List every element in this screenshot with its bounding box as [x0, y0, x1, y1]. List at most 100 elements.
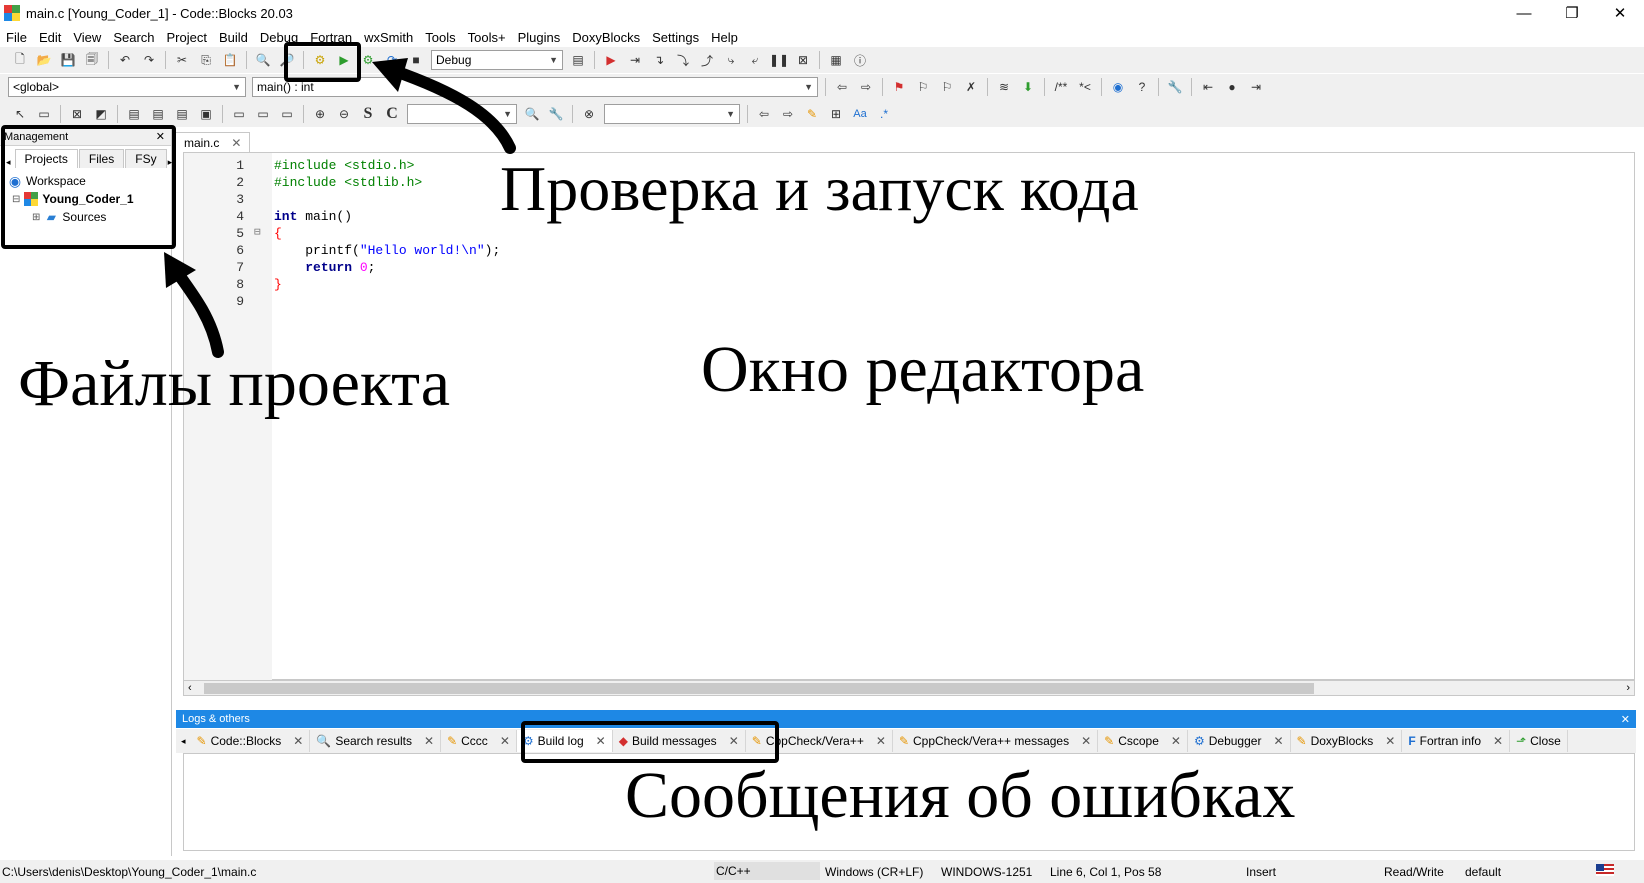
menu-build[interactable]: Build	[213, 30, 254, 45]
clear-search-icon[interactable]: ⊗	[579, 104, 599, 124]
sizer-icon[interactable]: ⊠	[67, 104, 87, 124]
menu-wxsmith[interactable]: wxSmith	[358, 30, 419, 45]
bookmark-clear-icon[interactable]: ✗	[961, 77, 981, 97]
menu-view[interactable]: View	[67, 30, 107, 45]
search-prev-icon[interactable]: ⇦	[754, 104, 774, 124]
sizer-alt-icon[interactable]: ◩	[91, 104, 111, 124]
build-target-select[interactable]: Debug ▼	[431, 50, 563, 70]
close-icon[interactable]: ✕	[500, 734, 510, 748]
menu-settings[interactable]: Settings	[646, 30, 705, 45]
paste-icon[interactable]: 📋	[220, 50, 240, 70]
step-into-icon[interactable]: ⤵	[673, 50, 693, 70]
doxy-wizard-icon[interactable]: ≋	[994, 77, 1014, 97]
search-code-icon[interactable]: 🔍	[522, 104, 542, 124]
highlight-icon[interactable]: ✎	[802, 104, 822, 124]
align-right-icon[interactable]: ▤	[172, 104, 192, 124]
jump-forward-icon[interactable]: ⇨	[856, 77, 876, 97]
search-next-icon[interactable]: ⇨	[778, 104, 798, 124]
tab-fortran-info[interactable]: F Fortran info ✕	[1402, 730, 1511, 752]
search-combo[interactable]: ▼	[407, 103, 517, 124]
close-icon[interactable]: ✕	[876, 734, 886, 748]
tab-closed-files[interactable]: ⬏ Close	[1510, 730, 1568, 752]
debug-windows-icon[interactable]: ▦	[826, 50, 846, 70]
c-icon[interactable]: C	[382, 104, 402, 124]
scope-select[interactable]: <global> ▼	[8, 77, 246, 97]
doxy-html-icon[interactable]: ◉	[1108, 77, 1128, 97]
doxy-chm-icon[interactable]: ?	[1132, 77, 1152, 97]
s-icon[interactable]: S	[358, 104, 378, 124]
source-code[interactable]: #include <stdio.h> #include <stdlib.h> i…	[274, 157, 500, 293]
cut-icon[interactable]: ✂	[172, 50, 192, 70]
close-icon[interactable]: ✕	[1273, 734, 1283, 748]
tab-cccc[interactable]: ✎ Cccc ✕	[441, 730, 517, 752]
abort-icon[interactable]: ■	[406, 50, 426, 70]
block-comment-icon[interactable]: /**	[1051, 77, 1071, 97]
fortran-jump-forward-icon[interactable]: ⇥	[1246, 77, 1266, 97]
fold-marker-icon[interactable]: ⊟	[254, 225, 261, 239]
next-instruction-icon[interactable]: ⤷	[721, 50, 741, 70]
step-instruction-icon[interactable]: ⤶	[745, 50, 765, 70]
fortran-home-icon[interactable]: ●	[1222, 77, 1242, 97]
close-icon[interactable]: ✕	[1171, 734, 1181, 748]
bookmark-prev-icon[interactable]: ⚐	[913, 77, 933, 97]
regex-icon[interactable]: .*	[874, 104, 894, 124]
rebuild-icon[interactable]: ⟳	[382, 50, 402, 70]
jump-back-icon[interactable]: ⇦	[832, 77, 852, 97]
align-left-icon[interactable]: ▤	[124, 104, 144, 124]
close-button[interactable]: ✕	[1596, 0, 1644, 26]
doxy-prefs-icon[interactable]: 🔧	[1165, 77, 1185, 97]
scroll-left-icon[interactable]: ‹	[188, 682, 192, 694]
scroll-right-icon[interactable]: ›	[1626, 682, 1630, 694]
scrollbar-thumb[interactable]	[204, 683, 1314, 694]
redo-icon[interactable]: ↷	[139, 50, 159, 70]
selected-text-only-icon[interactable]: ⊞	[826, 104, 846, 124]
editor-horizontal-scrollbar[interactable]: ‹ ›	[183, 680, 1635, 696]
info-icon[interactable]: ⓘ	[850, 50, 870, 70]
menu-tools-plus[interactable]: Tools+	[462, 30, 512, 45]
pause-icon[interactable]: ❚❚	[769, 50, 789, 70]
line-comment-icon[interactable]: *<	[1075, 77, 1095, 97]
incremental-search-input[interactable]: ▼	[604, 103, 740, 124]
menu-doxyblocks[interactable]: DoxyBlocks	[566, 30, 646, 45]
new-file-icon[interactable]: 🗋	[10, 50, 30, 70]
tab-codeblocks-log[interactable]: ✎ Code::Blocks ✕	[191, 730, 311, 752]
target-options-icon[interactable]: ▤	[568, 50, 588, 70]
debug-run-icon[interactable]: ▶	[601, 50, 621, 70]
frame-icon[interactable]: ▭	[34, 104, 54, 124]
tab-search-results[interactable]: 🔍 Search results ✕	[310, 730, 442, 752]
expand-icon[interactable]: ▭	[229, 104, 249, 124]
menu-project[interactable]: Project	[161, 30, 213, 45]
menu-help[interactable]: Help	[705, 30, 744, 45]
menu-search[interactable]: Search	[107, 30, 160, 45]
find-icon[interactable]: 🔍	[253, 50, 273, 70]
close-icon[interactable]: ✕	[424, 734, 434, 748]
match-case-icon[interactable]: Aa	[850, 104, 870, 124]
close-icon[interactable]: ✕	[231, 136, 241, 150]
search-options-icon[interactable]: 🔧	[546, 104, 566, 124]
align-full-icon[interactable]: ▣	[196, 104, 216, 124]
save-icon[interactable]: 💾	[58, 50, 78, 70]
tab-scroll-left-icon[interactable]: ◂	[176, 736, 191, 747]
menu-edit[interactable]: Edit	[33, 30, 67, 45]
align-center-icon[interactable]: ▤	[148, 104, 168, 124]
undo-icon[interactable]: ↶	[115, 50, 135, 70]
fortran-jump-back-icon[interactable]: ⇤	[1198, 77, 1218, 97]
stop-debug-icon[interactable]: ⊠	[793, 50, 813, 70]
tab-cppcheck-messages[interactable]: ✎ CppCheck/Vera++ messages ✕	[893, 730, 1099, 752]
close-icon[interactable]: ✕	[1621, 713, 1630, 726]
tab-doxyblocks[interactable]: ✎ DoxyBlocks ✕	[1291, 730, 1403, 752]
border-icon[interactable]: ▭	[277, 104, 297, 124]
open-icon[interactable]: 📂	[34, 50, 54, 70]
build-and-run-icon[interactable]: ⚙	[358, 50, 378, 70]
run-to-cursor-icon[interactable]: ⇥	[625, 50, 645, 70]
zoom-in-icon[interactable]: ⊕	[310, 104, 330, 124]
menu-tools[interactable]: Tools	[419, 30, 461, 45]
bookmark-next-icon[interactable]: ⚐	[937, 77, 957, 97]
tab-main-c[interactable]: main.c ✕	[175, 132, 251, 152]
zoom-out-icon[interactable]: ⊖	[334, 104, 354, 124]
close-icon[interactable]: ✕	[1385, 734, 1395, 748]
menu-plugins[interactable]: Plugins	[512, 30, 567, 45]
maximize-button[interactable]: ❐	[1548, 0, 1596, 26]
close-icon[interactable]: ✕	[293, 734, 303, 748]
bookmark-toggle-icon[interactable]: ⚑	[889, 77, 909, 97]
